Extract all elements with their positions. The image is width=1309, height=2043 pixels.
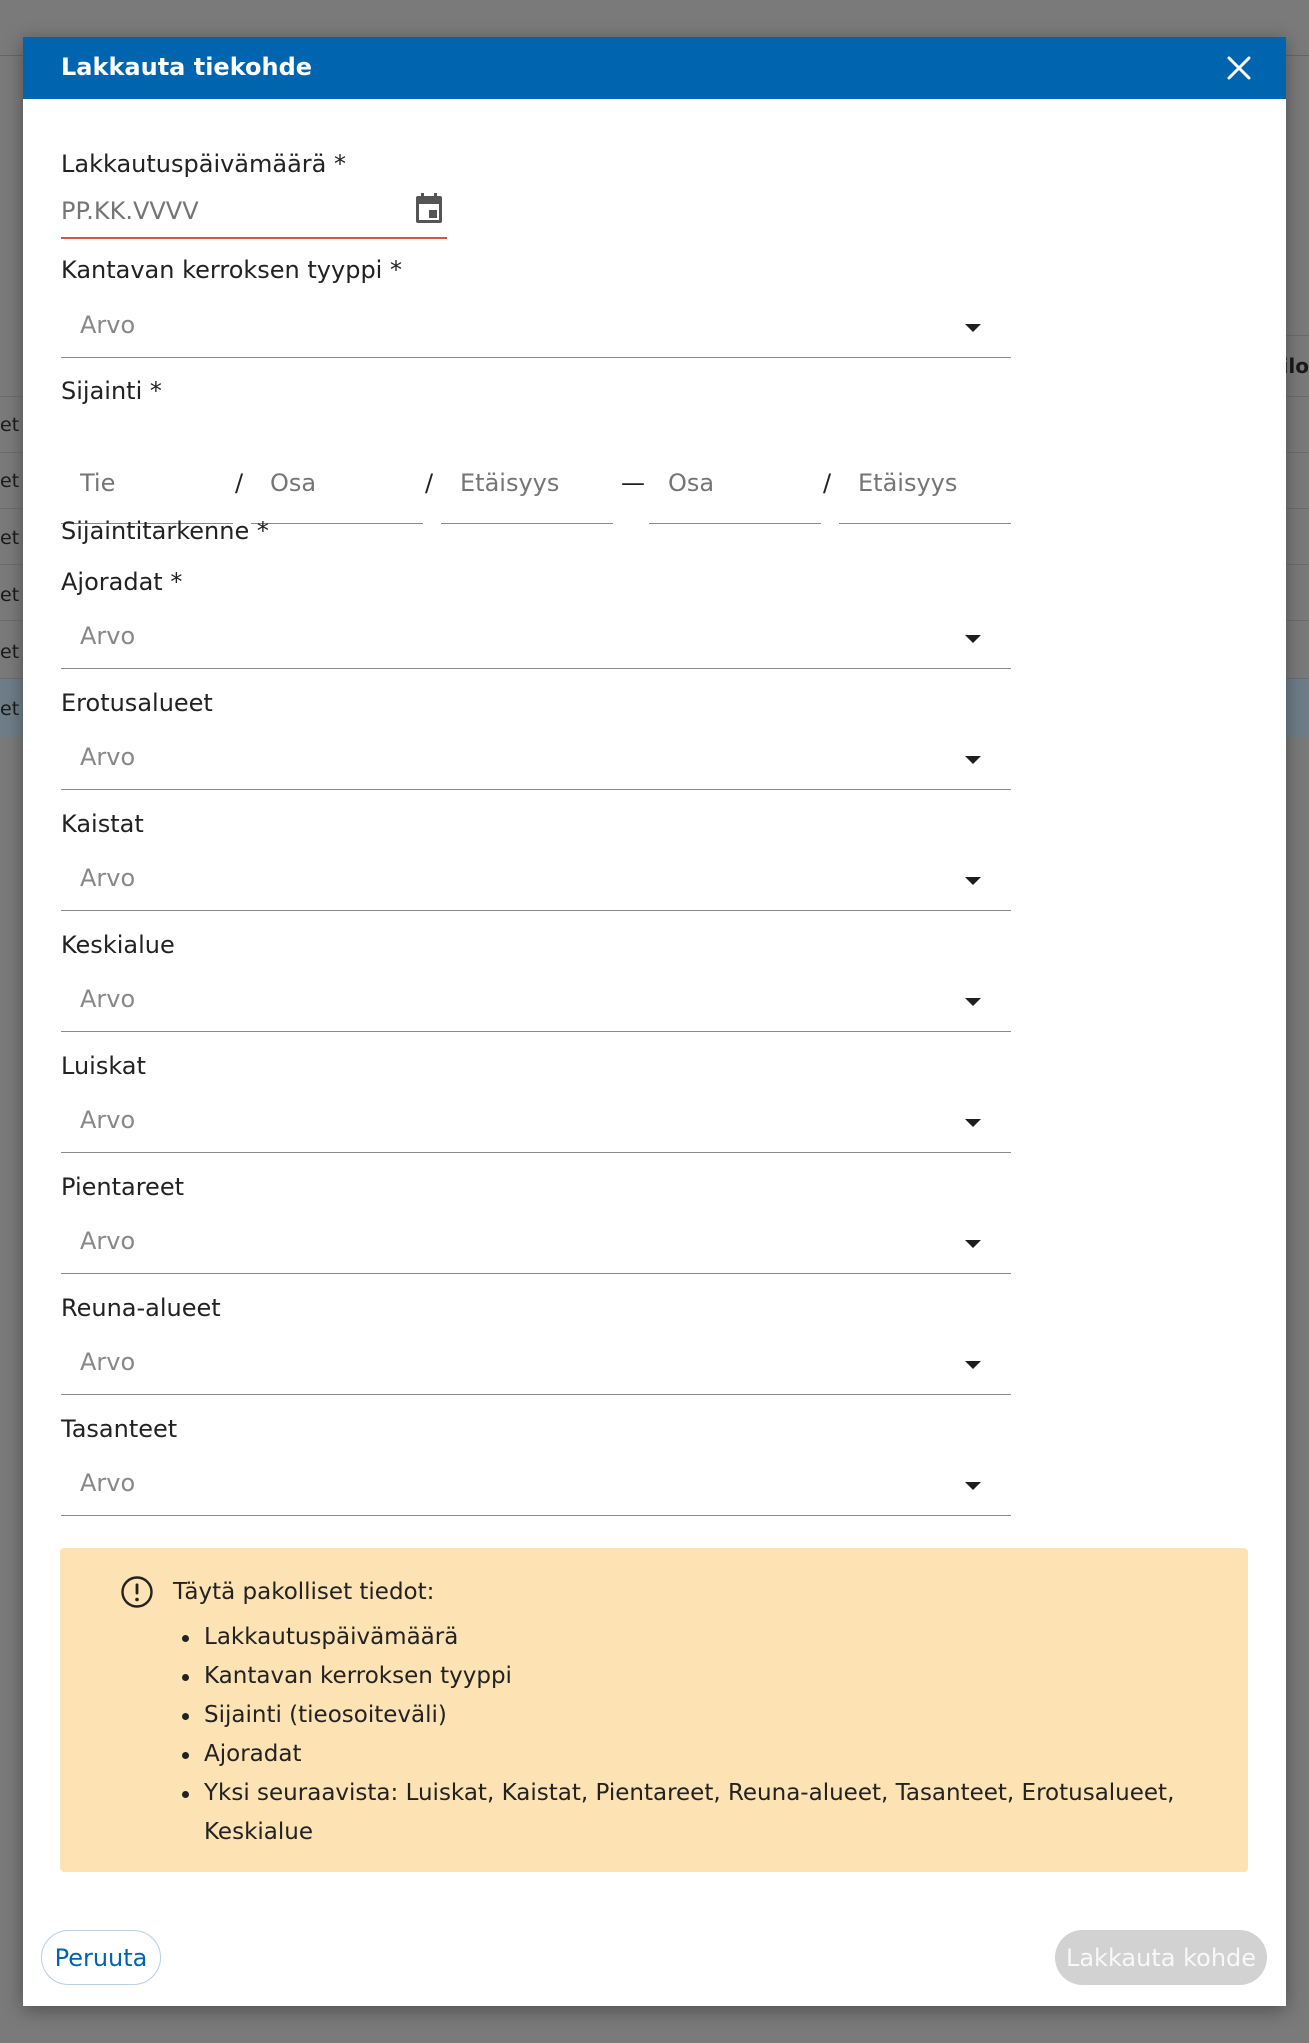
date-field [61,185,447,239]
close-feature-dialog: Lakkauta tiekohde Lakkautuspäivämäärä * … [23,37,1286,2006]
select-value: Arvo [80,985,136,1013]
date-input[interactable] [61,197,391,225]
median-label: Keskialue [61,931,175,959]
location-range-separator: — [621,469,645,497]
road-field [61,447,233,524]
separation-areas-select[interactable]: Arvo [61,731,1011,790]
background-divider [1286,55,1309,56]
alert-list-item: Ajoradat [173,1735,1203,1774]
alert-list-item: Kantavan kerroksen tyyppi [173,1657,1203,1696]
location-separator: / [823,469,832,497]
chevron-down-icon [965,1240,981,1248]
chevron-down-icon [965,635,981,643]
required-fields-alert: Täytä pakolliset tiedot: Lakkautuspäiväm… [60,1548,1248,1872]
background-row-text: et [0,527,20,549]
background-divider [0,55,24,56]
required-mark: * [334,150,347,178]
dialog-header: Lakkauta tiekohde [23,37,1286,99]
location-detail-label-text: Sijaintitarkenne [61,517,250,545]
start-part-input[interactable] [270,469,410,497]
slopes-label: Luiskat [61,1052,146,1080]
layer-type-label: Kantavan kerroksen tyyppi * [61,256,402,284]
end-distance-input[interactable] [858,469,998,497]
required-mark: * [170,568,183,596]
carriageways-select[interactable]: Arvo [61,610,1011,669]
lanes-label: Kaistat [61,810,144,838]
carriageways-label-text: Ajoradat [61,568,163,596]
platforms-select[interactable]: Arvo [61,1457,1011,1516]
layer-type-select[interactable]: Arvo [61,299,1011,358]
background-row-text: et [0,698,20,720]
select-value: Arvo [80,1227,136,1255]
location-separator: / [425,469,434,497]
shoulders-label-text: Pientareet [61,1173,184,1201]
start-distance-input[interactable] [460,469,600,497]
select-value: Arvo [80,1106,136,1134]
chevron-down-icon [965,877,981,885]
end-part-input[interactable] [668,469,808,497]
select-value: Arvo [80,311,136,339]
edge-areas-select[interactable]: Arvo [61,1336,1011,1395]
location-label: Sijainti * [61,377,162,405]
close-button[interactable] [1222,51,1256,85]
select-value: Arvo [80,864,136,892]
select-value: Arvo [80,743,136,771]
date-label-text: Lakkautuspäivämäärä [61,150,327,178]
platforms-label-text: Tasanteet [61,1415,178,1443]
location-label-text: Sijainti [61,377,143,405]
chevron-down-icon [965,1119,981,1127]
start-distance-field [441,447,613,524]
road-input[interactable] [80,469,220,497]
select-value: Arvo [80,622,136,650]
layer-type-label-text: Kantavan kerroksen tyyppi [61,256,383,284]
select-value: Arvo [80,1348,136,1376]
warning-icon [121,1576,153,1608]
lanes-label-text: Kaistat [61,810,144,838]
median-label-text: Keskialue [61,931,175,959]
alert-list-item: Lakkautuspäivämäärä [173,1618,1203,1657]
slopes-select[interactable]: Arvo [61,1094,1011,1153]
close-icon [1227,56,1251,80]
slopes-label-text: Luiskat [61,1052,146,1080]
required-mark: * [149,377,162,405]
date-label: Lakkautuspäivämäärä * [61,150,346,178]
carriageways-label: Ajoradat * [61,568,182,596]
alert-title: Täytä pakolliset tiedot: [173,1579,435,1605]
separation-areas-label: Erotusalueet [61,689,213,717]
edge-areas-label: Reuna-alueet [61,1294,221,1322]
required-mark: * [256,517,269,545]
background-row-text: et [0,470,20,492]
start-part-field [251,447,423,524]
separation-areas-label-text: Erotusalueet [61,689,213,717]
shoulders-select[interactable]: Arvo [61,1215,1011,1274]
required-mark: * [389,256,402,284]
shoulders-label: Pientareet [61,1173,184,1201]
alert-list: Lakkautuspäivämäärä Kantavan kerroksen t… [173,1618,1203,1852]
chevron-down-icon [965,1361,981,1369]
calendar-button[interactable] [413,191,445,225]
calendar-icon [416,193,442,223]
dialog-title: Lakkauta tiekohde [61,53,313,81]
end-distance-field [839,447,1011,524]
alert-list-item: Yksi seuraavista: Luiskat, Kaistat, Pien… [173,1774,1203,1852]
median-select[interactable]: Arvo [61,973,1011,1032]
location-separator: / [235,469,244,497]
close-feature-button[interactable]: Lakkauta kohde [1055,1930,1267,1985]
chevron-down-icon [965,998,981,1006]
edge-areas-label-text: Reuna-alueet [61,1294,221,1322]
select-value: Arvo [80,1469,136,1497]
end-part-field [649,447,821,524]
cancel-button[interactable]: Peruuta [41,1930,161,1985]
lanes-select[interactable]: Arvo [61,852,1011,911]
background-row-text: et [0,584,20,606]
chevron-down-icon [965,324,981,332]
chevron-down-icon [965,756,981,764]
background-divider [1286,335,1309,336]
location-detail-label: Sijaintitarkenne * [61,517,269,545]
platforms-label: Tasanteet [61,1415,177,1443]
background-row-text: et [0,641,20,663]
background-row-text: et [0,414,20,436]
alert-list-item: Sijainti (tieosoiteväli) [173,1696,1203,1735]
chevron-down-icon [965,1482,981,1490]
